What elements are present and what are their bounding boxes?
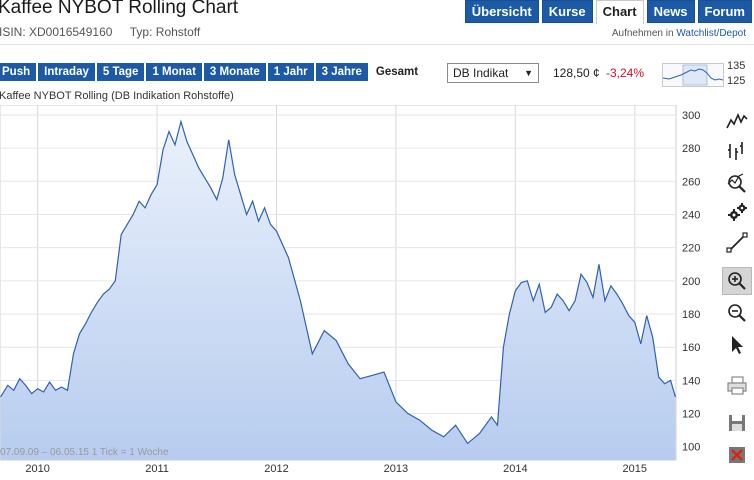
watchlist-action: Aufnehmen in Watchlist/Depot [612,28,746,39]
indicator-button[interactable] [722,169,752,197]
y-tick-label: 280 [682,143,700,155]
time-range-bar: Push Intraday 5 Tage 1 Monat 3 Monate 1 … [0,63,425,81]
page-title: Kaffee NYBOT Rolling Chart [0,0,239,18]
indicator-select-value: DB Indikat [453,66,509,80]
tab-uebersicht[interactable]: Übersicht [464,0,539,23]
indicator-magnifier-icon [727,173,746,193]
range-3-months-button[interactable]: 3 Monate [203,63,266,81]
zoom-out-button[interactable] [722,299,752,327]
x-tick-label: 2014 [503,463,527,475]
y-tick-label: 140 [682,375,700,387]
range-all-button[interactable]: Gesamt [369,63,425,81]
main-tabs: Übersicht Kurse Chart News Forum [464,0,752,24]
pointer-button[interactable] [722,331,752,359]
zoom-out-icon [728,304,746,322]
isin-label: ISIN: XD0016549160 [0,25,113,39]
print-button[interactable] [722,371,752,399]
x-tick-label: 2011 [145,463,169,475]
y-tick-label: 240 [682,209,700,221]
chart-period-info: 07.09.09 – 06.05.15 1 Tick = 1 Woche [0,447,169,458]
y-tick-label: 180 [682,309,700,321]
zoom-in-button[interactable] [722,267,752,295]
y-tick-label: 120 [682,409,700,421]
tab-news[interactable]: News [646,0,695,23]
x-tick-label: 2012 [264,463,288,475]
current-price: 128,50 ¢ [553,66,600,80]
ohlc-chart-button[interactable] [722,137,752,165]
x-tick-label: 2013 [384,463,408,475]
draw-line-button[interactable] [722,229,752,257]
print-icon [727,376,747,395]
header-divider [0,44,754,45]
mini-overview-icon [662,64,724,86]
range-5-days-button[interactable]: 5 Tage [96,63,145,81]
line-chart-button[interactable] [722,107,752,135]
range-intraday-button[interactable]: Intraday [38,63,95,81]
settings-gears-icon [728,203,747,221]
range-1-month-button[interactable]: 1 Monat [146,63,202,81]
y-tick-label: 160 [682,342,700,354]
y-tick-label: 260 [682,176,700,188]
watchlist-link[interactable]: Watchlist/Depot [676,28,746,39]
ohlc-chart-icon [728,142,743,160]
y-tick-label: 300 [682,110,700,122]
save-button[interactable] [722,409,752,437]
y-tick-label: 220 [682,243,700,255]
zoom-in-icon [728,272,746,290]
draw-line-icon [726,232,748,253]
range-1-year-button[interactable]: 1 Jahr [267,63,314,81]
settings-button[interactable] [722,199,752,227]
mini-chart-label-high: 135 [727,60,746,72]
tab-forum[interactable]: Forum [697,0,752,23]
tab-chart[interactable]: Chart [595,0,644,24]
line-chart-icon [726,113,748,129]
y-tick-label: 200 [682,276,700,288]
mini-chart-label-low: 125 [727,75,746,87]
price-change: -3,24% [606,66,645,80]
tab-kurse[interactable]: Kurse [541,0,593,23]
delete-button[interactable] [722,441,752,469]
price-chart-canvas: 100 120 140 160 180 200 220 240 260 280 300 2010 201… [0,104,700,475]
dropdown-arrow-icon: ▼ [524,68,533,78]
security-info: ISIN: XD0016549160 Typ: Rohstoff [0,25,200,39]
y-tick-label: 100 [682,442,700,454]
type-label: Typ: Rohstoff [129,25,201,39]
x-tick-label: 2010 [25,463,49,475]
mini-overview-chart[interactable] [662,63,724,87]
x-tick-label: 2015 [623,463,647,475]
indicator-select[interactable]: DB Indikat ▼ [447,63,539,83]
range-push-button[interactable]: Push [0,63,37,81]
price-chart[interactable]: 100 120 140 160 180 200 220 240 260 280 300 2010 201… [0,104,718,480]
watchlist-prefix: Aufnehmen in [611,28,674,39]
cursor-pointer-icon [732,336,743,354]
save-icon [729,415,745,431]
delete-icon [729,447,745,463]
range-3-years-button[interactable]: 3 Jahre [315,63,368,81]
chart-caption: Kaffee NYBOT Rolling (DB Indikation Rohs… [0,90,234,102]
